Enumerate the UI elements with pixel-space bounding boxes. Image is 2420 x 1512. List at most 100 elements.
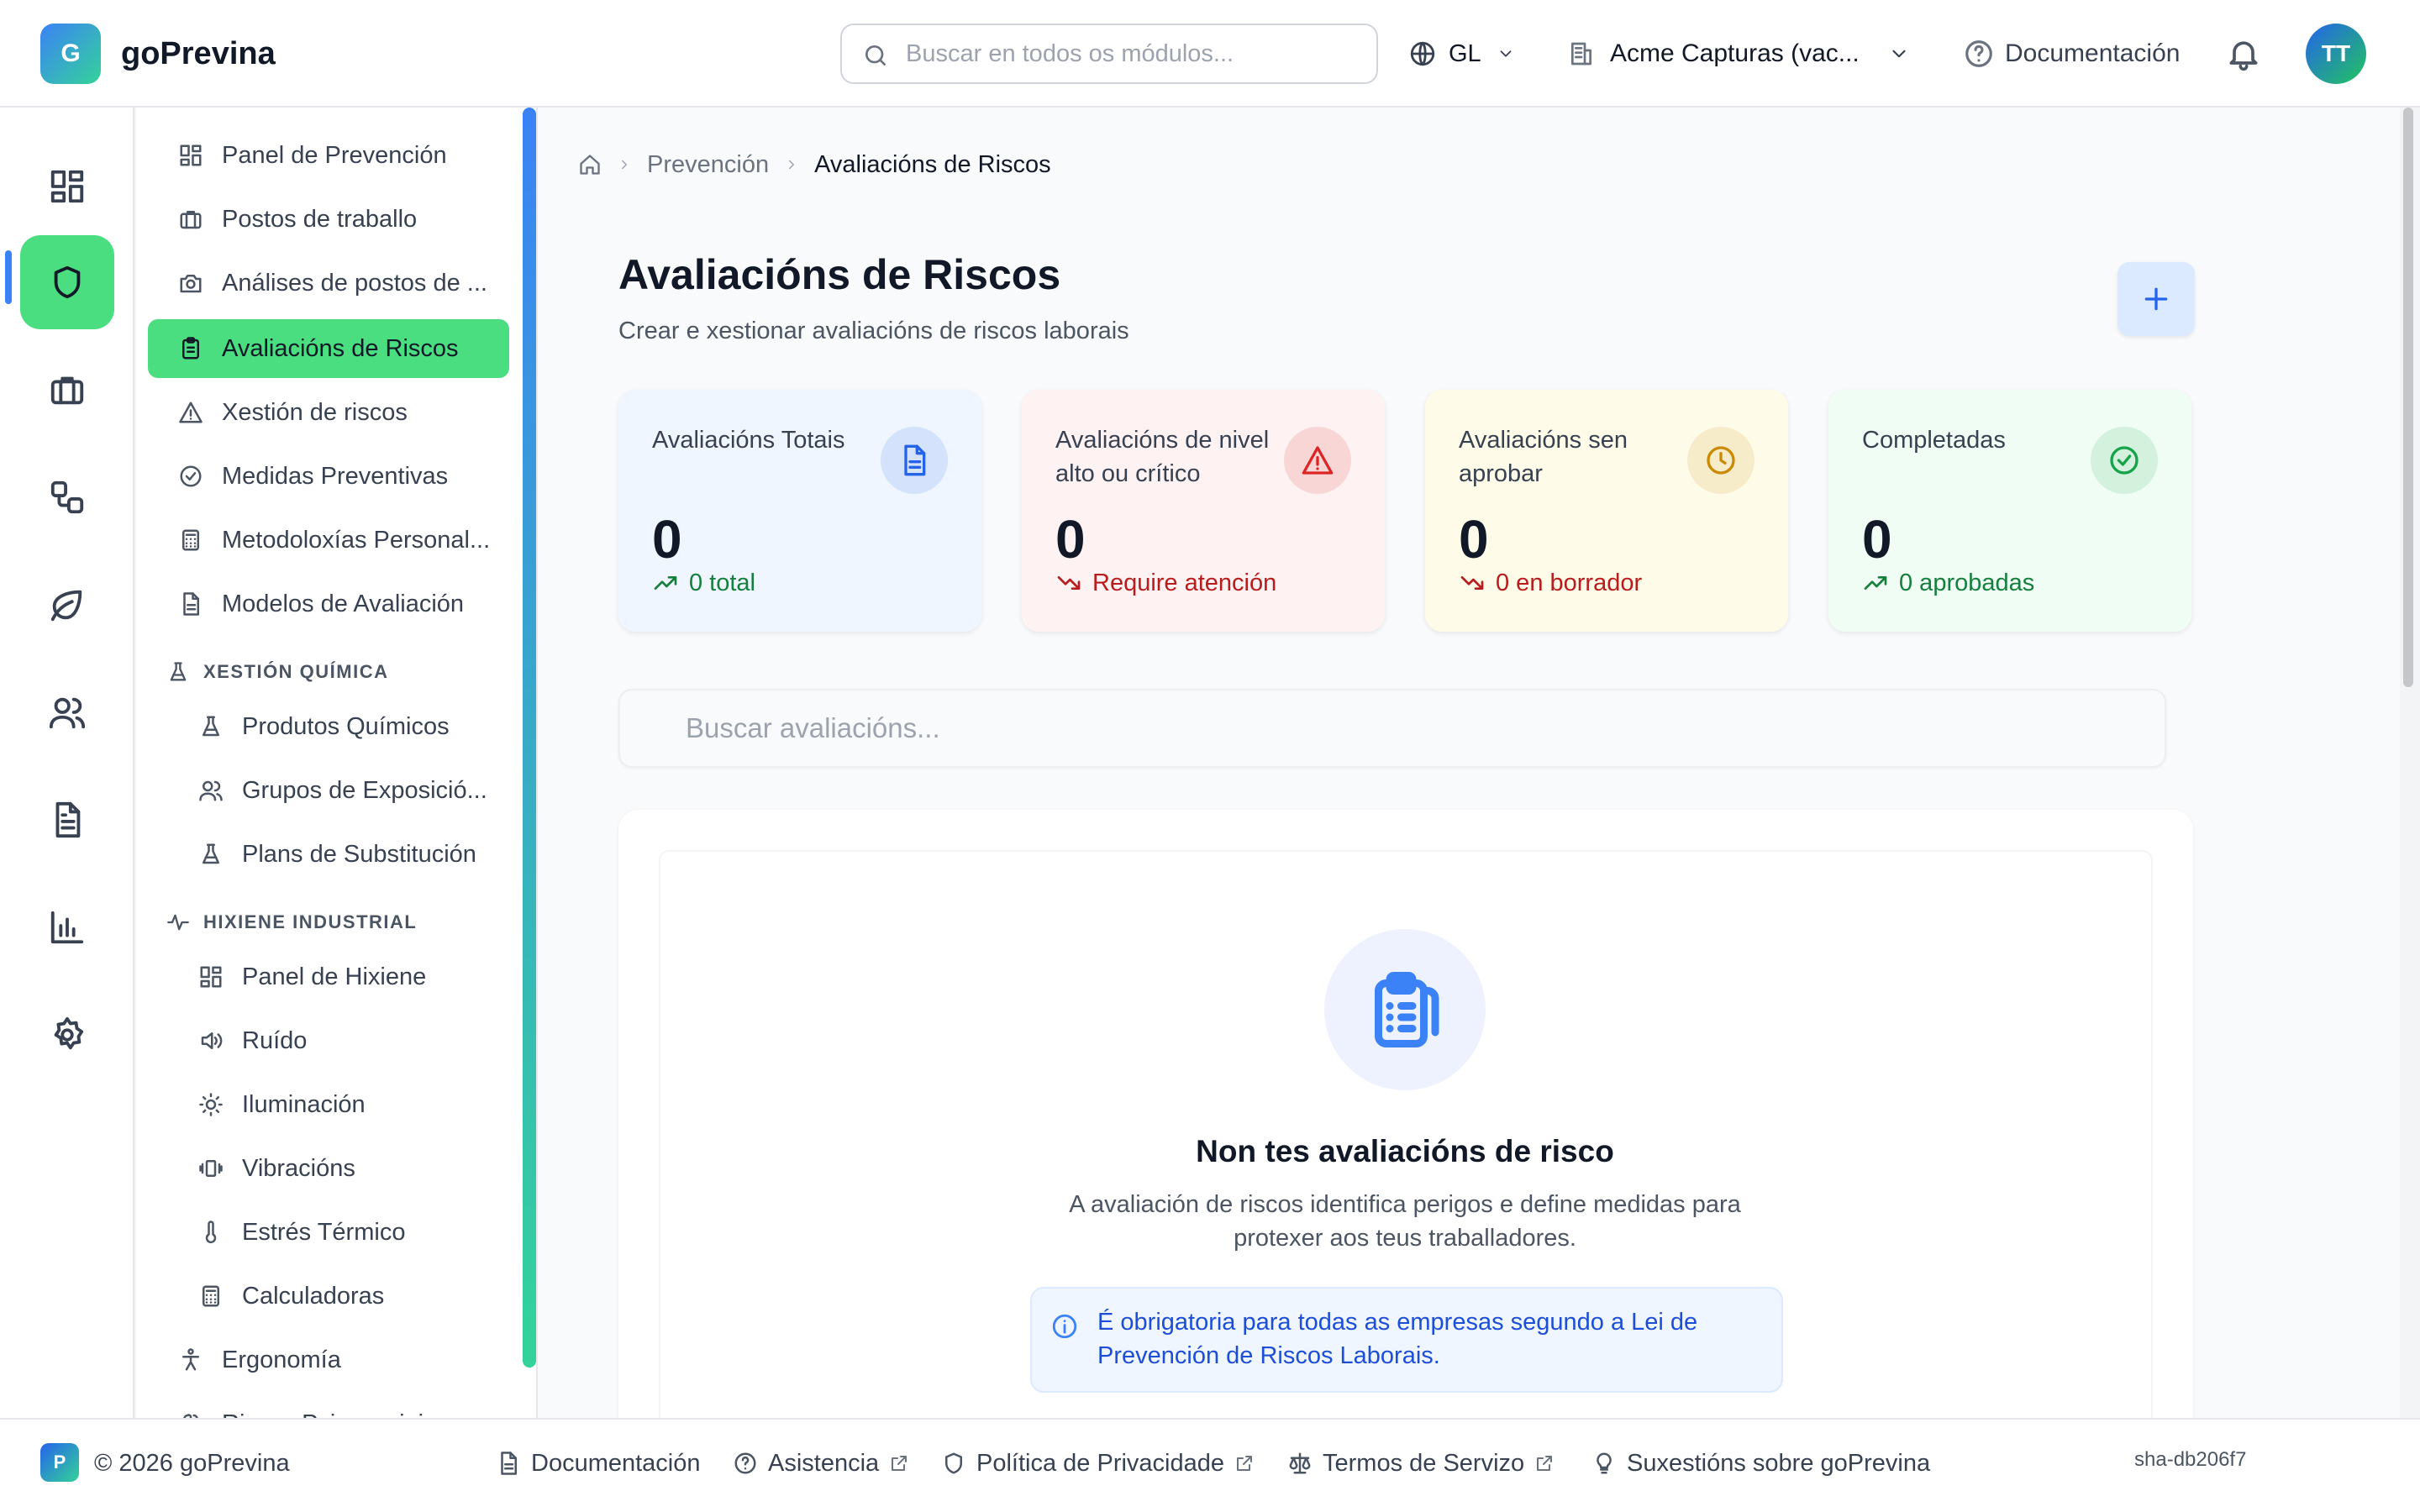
footer-link-label: Documentación <box>531 1449 701 1477</box>
sidebar-item-label: Iluminación <box>242 1090 366 1118</box>
user-avatar[interactable]: TT <box>2306 24 2366 84</box>
rail-documents[interactable] <box>20 773 114 867</box>
footer-link-label: Política de Privacidade <box>976 1449 1224 1477</box>
sidebar-scrollbar[interactable] <box>523 108 536 1368</box>
legal-info-text: É obrigatoria para todas as empresas seg… <box>1097 1309 1698 1369</box>
legal-info-box: É obrigatoria para todas as empresas seg… <box>1030 1287 1783 1393</box>
sidebar-item-prevention-panel[interactable]: Panel de Prevención <box>148 126 509 185</box>
footer-logo: P <box>40 1443 79 1482</box>
breadcrumb: Prevención Avaliacións de Riscos <box>578 148 1051 181</box>
section-chemical-management: XESTIÓN QUÍMICA <box>166 655 389 689</box>
sidebar-item-calculators[interactable]: Calculadoras <box>148 1267 509 1326</box>
stat-trend-label: 0 total <box>689 569 755 596</box>
plus-icon <box>2144 287 2168 311</box>
sidebar-item-thermal-stress[interactable]: Estrés Térmico <box>148 1203 509 1262</box>
building-icon <box>1571 42 1591 66</box>
page-title: Avaliacións de Riscos <box>618 251 1061 298</box>
sidebar-item-methodologies[interactable]: Metodoloxías Personal... <box>148 511 509 570</box>
chevron-right-icon <box>789 160 795 170</box>
global-search-input[interactable]: Buscar en todos os módulos... <box>840 24 1378 84</box>
sidebar-item-assessment-models[interactable]: Modelos de Avaliación <box>148 575 509 633</box>
external-link-icon <box>1237 1456 1252 1471</box>
sidebar-item-lighting[interactable]: Iluminación <box>148 1075 509 1134</box>
sidebar-item-preventive-measures[interactable]: Medidas Preventivas <box>148 447 509 506</box>
sidebar-item-label: Postos de traballo <box>222 205 418 233</box>
sidebar-item-label: Metodoloxías Personal... <box>222 526 491 554</box>
rail-people[interactable] <box>20 665 114 759</box>
language-selector[interactable]: GL <box>1408 34 1515 74</box>
breadcrumb-parent[interactable]: Prevención <box>647 151 769 179</box>
rail-workflow[interactable] <box>20 450 114 544</box>
stat-label: Avaliacións sen aprobar <box>1459 427 1628 487</box>
sidebar-item-hygiene-panel[interactable]: Panel de Hixiene <box>148 948 509 1006</box>
briefcase-icon <box>180 211 202 229</box>
sidebar-item-ergonomics[interactable]: Ergonomía <box>148 1331 509 1389</box>
stat-trend-label: Require atención <box>1092 569 1277 596</box>
documentation-link[interactable]: Documentación <box>1963 34 2180 74</box>
sidebar-item-psychosocial[interactable]: Riscos Psicosociais <box>148 1394 509 1418</box>
shield-icon <box>945 1452 962 1474</box>
document-icon <box>501 1452 517 1475</box>
rail-dashboard[interactable] <box>20 139 114 234</box>
sidebar-item-label: Riscos Psicosociais <box>222 1410 436 1419</box>
company-selector[interactable]: Acme Capturas (vac... <box>1568 34 1910 74</box>
calculator-icon <box>203 1285 219 1307</box>
company-name: Acme Capturas (vac... <box>1610 39 1860 67</box>
camera-icon <box>180 275 202 293</box>
flask-icon <box>203 843 219 864</box>
empty-state-description: A avaliación de riscos identifica perigo… <box>1069 1191 1741 1252</box>
page-scrollbar[interactable] <box>2400 108 2420 1418</box>
sidebar-item-risk-management[interactable]: Xestión de riscos <box>148 383 509 442</box>
active-module-indicator <box>5 250 12 304</box>
home-icon[interactable] <box>578 153 602 176</box>
rail-reports[interactable] <box>20 880 114 974</box>
dashboard-icon <box>200 966 222 988</box>
sidebar-item-label: Medidas Preventivas <box>222 462 449 490</box>
add-assessment-button[interactable] <box>2118 262 2195 336</box>
sidebar-item-vibrations[interactable]: Vibracións <box>148 1139 509 1198</box>
stat-card-high-risk[interactable]: Avaliacións de nivel alto ou crítico 0 R… <box>1022 390 1385 632</box>
stat-card-unapproved[interactable]: Avaliacións sen aprobar 0 0 en borrador <box>1425 390 1788 632</box>
trending-down-icon <box>1460 576 1484 590</box>
sidebar-item-risk-assessments[interactable]: Avaliacións de Riscos <box>148 319 509 378</box>
external-link-icon <box>892 1456 908 1471</box>
footer-link-documentation[interactable]: Documentación <box>496 1446 701 1480</box>
app-logo[interactable]: G <box>40 24 101 84</box>
sidebar-item-noise[interactable]: Ruído <box>148 1011 509 1070</box>
calculator-icon <box>182 529 199 551</box>
rail-workplaces[interactable] <box>20 343 114 437</box>
document-icon <box>183 592 199 616</box>
footer-link-suggestions[interactable]: Suxestións sobre goPrevina <box>1591 1446 1930 1480</box>
sidebar-item-exposure-groups[interactable]: Grupos de Exposició... <box>148 761 509 820</box>
stat-badge <box>1284 427 1351 494</box>
help-circle-icon <box>1965 40 1992 67</box>
stat-card-completed[interactable]: Completadas 0 0 aprobadas <box>1828 390 2191 632</box>
rail-settings[interactable] <box>20 988 114 1082</box>
assessment-search-input[interactable]: Buscar avaliacións... <box>618 689 2166 768</box>
rail-environment[interactable] <box>20 558 114 652</box>
sidebar-item-substitution-plans[interactable]: Plans de Substitución <box>148 825 509 884</box>
stat-badge <box>1687 427 1754 494</box>
app-name[interactable]: goPrevina <box>121 34 276 74</box>
sidebar-item-workplaces[interactable]: Postos de traballo <box>148 190 509 249</box>
users-icon <box>199 780 223 801</box>
footer-link-privacy[interactable]: Política de Privacidade <box>941 1446 1255 1480</box>
footer-link-label: Termos de Servizo <box>1323 1449 1525 1477</box>
rail-prevention[interactable] <box>20 235 114 329</box>
bell-icon[interactable] <box>2225 35 2262 72</box>
info-icon <box>1052 1314 1077 1339</box>
sun-icon <box>199 1093 223 1116</box>
page-scrollbar-thumb[interactable] <box>2403 108 2413 687</box>
page-subtitle: Crear e xestionar avaliacións de riscos … <box>618 318 1129 344</box>
empty-state-title: Non tes avaliacións de risco <box>1196 1134 1614 1168</box>
stat-card-total[interactable]: Avaliacións Totais 0 0 total <box>618 390 981 632</box>
footer-link-terms[interactable]: Termos de Servizo <box>1287 1446 1555 1480</box>
sidebar-item-workplace-analysis[interactable]: Análises de postos de ... <box>148 254 509 312</box>
stat-trend: 0 aprobadas <box>1862 566 2034 600</box>
warning-icon <box>179 402 203 423</box>
stat-value: 0 <box>652 509 682 570</box>
footer-link-support[interactable]: Asistencia <box>733 1446 909 1480</box>
external-link-icon <box>1537 1456 1553 1471</box>
search-icon <box>865 45 886 66</box>
sidebar-item-chemical-products[interactable]: Produtos Químicos <box>148 697 509 756</box>
